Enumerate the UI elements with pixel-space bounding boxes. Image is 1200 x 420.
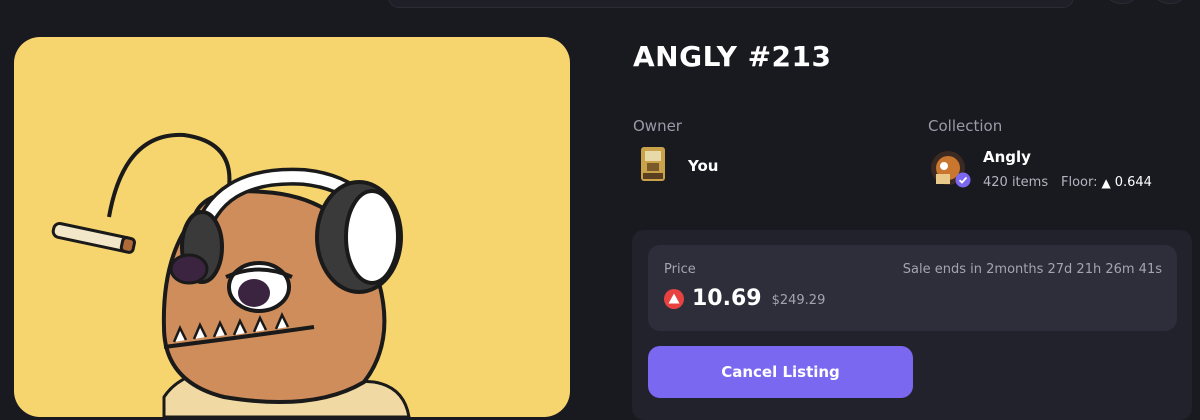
search-bar[interactable]: [388, 0, 1074, 8]
sale-countdown: Sale ends in 2months 27d 21h 26m 41s: [902, 262, 1162, 277]
verified-badge-icon: [955, 172, 971, 192]
avax-mini-icon: ▲: [1101, 175, 1111, 190]
collection-name[interactable]: Angly: [983, 148, 1031, 166]
nft-artwork: [14, 37, 570, 417]
nft-title: ANGLY #213: [633, 40, 832, 73]
cancel-listing-button[interactable]: Cancel Listing: [648, 346, 913, 398]
floor-value: 0.644: [1114, 175, 1152, 190]
avax-icon: [664, 288, 684, 309]
collection-label: Collection: [928, 117, 1003, 135]
price-value: 10.69: [692, 286, 762, 311]
collection-floor: Floor: ▲ 0.644: [1061, 175, 1152, 190]
floor-label: Floor:: [1061, 175, 1098, 190]
owner-avatar[interactable]: [637, 145, 669, 187]
price-usd: $249.29: [771, 292, 826, 308]
topbar-button-2[interactable]: [1154, 0, 1186, 4]
price-row: 10.69 $249.29: [664, 286, 825, 311]
owner-name[interactable]: You: [688, 157, 718, 175]
price-label: Price: [664, 262, 696, 277]
topbar-button-1[interactable]: [1106, 0, 1138, 4]
owner-label: Owner: [633, 117, 682, 135]
collection-items-count: 420 items: [983, 175, 1049, 190]
